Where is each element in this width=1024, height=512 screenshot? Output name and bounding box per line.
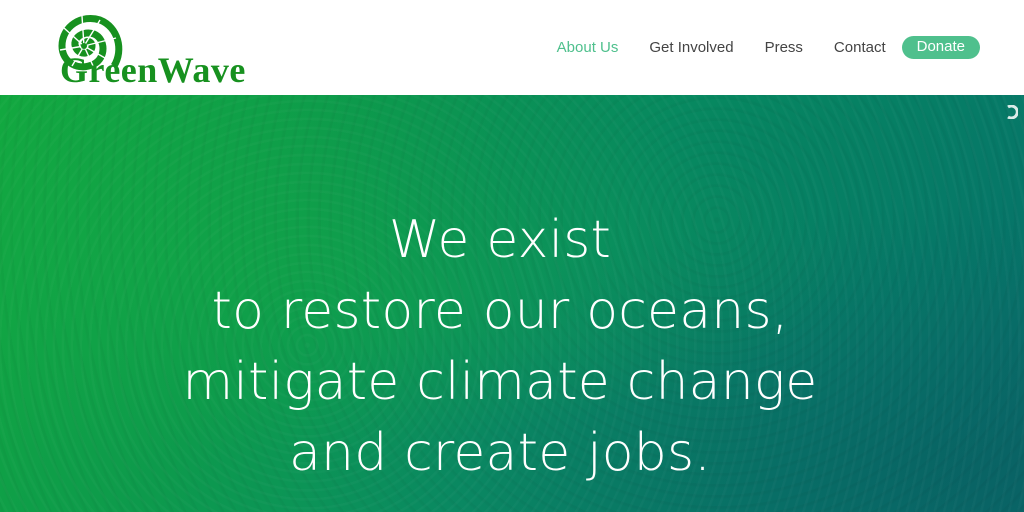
hero-line-1: We exist bbox=[388, 210, 612, 270]
chevron-right-icon[interactable] bbox=[1004, 105, 1018, 119]
logo[interactable]: GreenWave bbox=[38, 0, 278, 95]
nav-item-get-involved[interactable]: Get Involved bbox=[649, 39, 733, 56]
hero-line-2: to restore our oceans, bbox=[211, 281, 789, 341]
hero-banner: We exist to restore our oceans, mitigate… bbox=[0, 95, 1024, 512]
main-nav: About Us Get Involved Press Contact Dona… bbox=[526, 35, 980, 59]
hero-headline: We exist to restore our oceans, mitigate… bbox=[0, 205, 1000, 489]
hero-line-3: mitigate climate change bbox=[182, 352, 818, 412]
hero-line-4: and create jobs. bbox=[288, 423, 712, 483]
nav-item-press[interactable]: Press bbox=[765, 39, 803, 56]
site-header: GreenWave About Us Get Involved Press Co… bbox=[0, 0, 1024, 95]
brand-name: GreenWave bbox=[60, 50, 246, 90]
nav-item-about-us[interactable]: About Us bbox=[557, 39, 619, 56]
donate-button[interactable]: Donate bbox=[901, 35, 980, 59]
nav-item-contact[interactable]: Contact bbox=[834, 39, 886, 56]
